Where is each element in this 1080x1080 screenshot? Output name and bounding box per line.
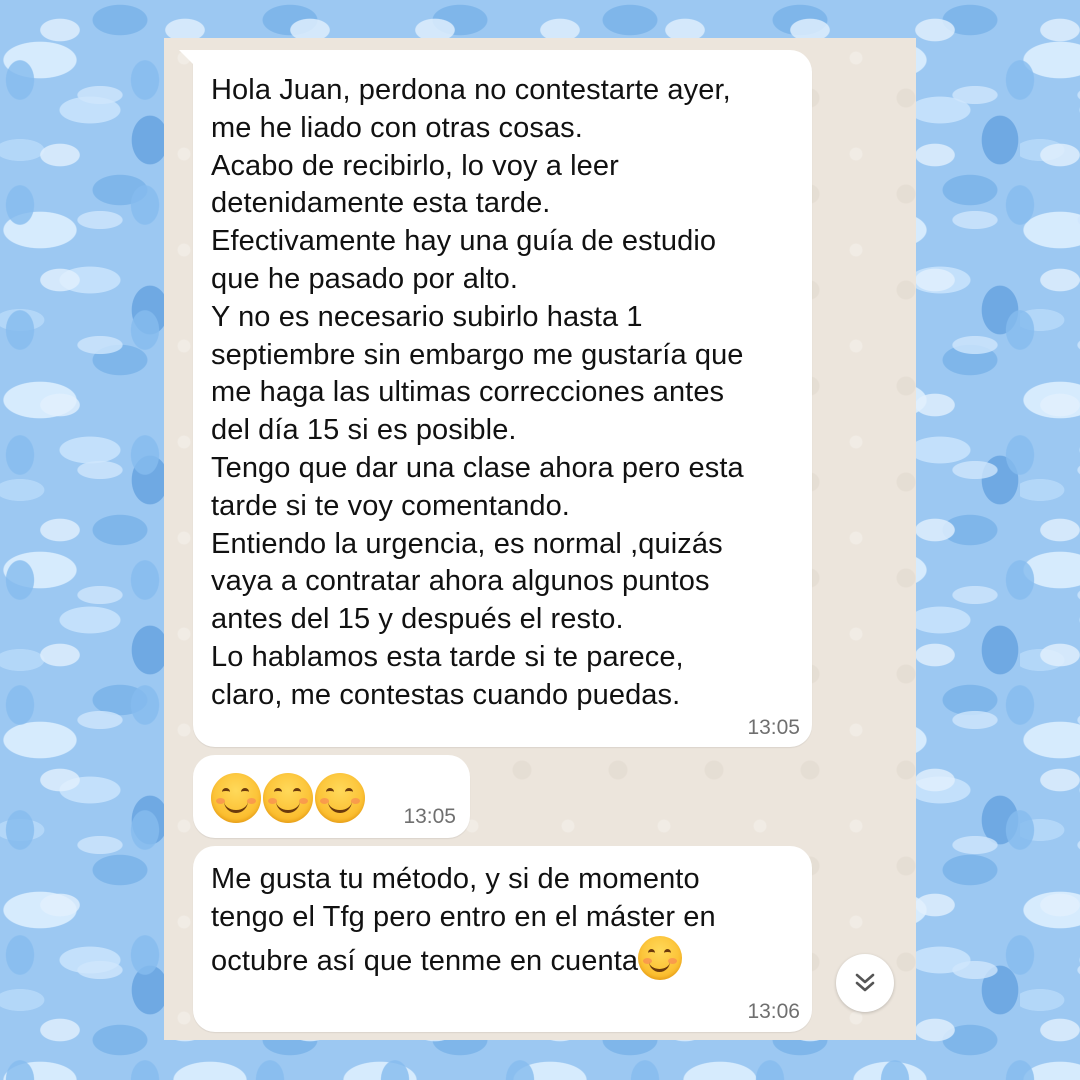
chat-panel: Hola Juan, perdona no contestarte ayer, … <box>164 38 916 1040</box>
smiling-face-icon <box>638 936 683 980</box>
emoji-row <box>211 773 365 823</box>
scroll-to-bottom-button[interactable] <box>836 954 894 1012</box>
message-text: Hola Juan, perdona no contestarte ayer, … <box>211 74 744 711</box>
message-text-wrapper: Me gusta tu método, y si de momento teng… <box>211 860 806 980</box>
smiling-face-icon <box>315 773 365 823</box>
smiling-face-icon <box>211 773 261 823</box>
message-timestamp: 13:05 <box>403 805 456 828</box>
emoji-message-bubble[interactable]: 13:05 <box>193 755 470 838</box>
message-timestamp: 13:05 <box>747 716 800 739</box>
incoming-message-bubble[interactable]: Me gusta tu método, y si de momento teng… <box>193 846 812 1032</box>
bubble-tail <box>179 50 197 68</box>
incoming-message-bubble[interactable]: Hola Juan, perdona no contestarte ayer, … <box>179 50 812 747</box>
message-timestamp: 13:06 <box>747 1000 800 1023</box>
double-chevron-down-icon <box>855 973 875 992</box>
smiling-face-icon <box>263 773 313 823</box>
